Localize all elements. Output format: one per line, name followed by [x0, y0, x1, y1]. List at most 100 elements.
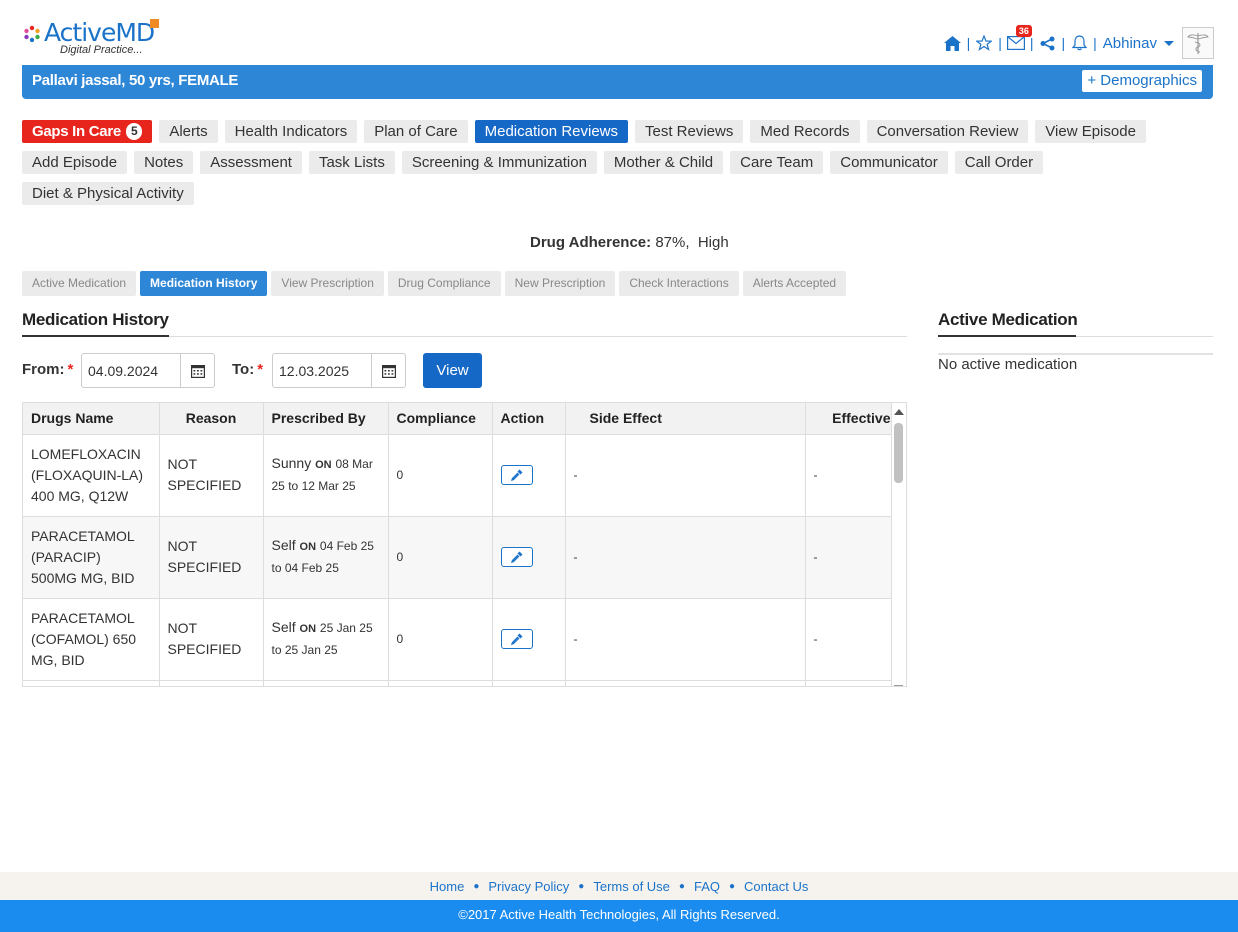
- footer-link-faq[interactable]: FAQ: [694, 879, 720, 894]
- tab-assessment[interactable]: Assessment: [200, 151, 302, 174]
- to-date: 04 Feb 25: [284, 561, 339, 575]
- subtab-drug-compliance[interactable]: Drug Compliance: [387, 271, 501, 296]
- tab-add-episode[interactable]: Add Episode: [22, 151, 128, 174]
- reason-line: SPECIFIED: [167, 477, 242, 493]
- subtab-check-interactions[interactable]: Check Interactions: [619, 271, 739, 296]
- col-drugs-name[interactable]: Drugs Name: [23, 403, 160, 435]
- edit-dropper-button[interactable]: [500, 547, 533, 567]
- subtab-new-prescription[interactable]: New Prescription: [504, 271, 616, 296]
- from-date-field[interactable]: 04.09.2024: [81, 353, 215, 388]
- reason-cell: NOT SPECIFIED: [159, 516, 264, 599]
- reason-line: SPECIFIED: [167, 641, 242, 657]
- from-date: 08 Mar: [335, 457, 373, 471]
- separator: |: [1029, 35, 1034, 51]
- effective-cell: -: [805, 598, 892, 681]
- edit-dropper-button[interactable]: [500, 465, 533, 485]
- tab-med-records[interactable]: Med Records: [750, 120, 860, 143]
- calendar-icon[interactable]: [372, 354, 405, 387]
- tab-mother-child[interactable]: Mother & Child: [603, 151, 724, 174]
- active-medication-title: Active Medication: [938, 310, 1078, 329]
- tab-communicator[interactable]: Communicator: [830, 151, 948, 174]
- footer-link-contact[interactable]: Contact Us: [744, 879, 808, 894]
- scroll-down-arrow[interactable]: [894, 685, 903, 686]
- col-reason[interactable]: Reason: [159, 403, 264, 435]
- footer-bullet: ●: [473, 881, 480, 892]
- tab-notes[interactable]: Notes: [134, 151, 194, 174]
- footer-copyright: ©2017 Active Health Technologies, All Ri…: [0, 900, 1238, 932]
- col-action[interactable]: Action: [492, 403, 566, 435]
- from-date-input[interactable]: 04.09.2024: [82, 354, 181, 387]
- on-word: ON: [299, 541, 317, 553]
- from-date: 25 Jan 25: [319, 621, 373, 635]
- col-compliance[interactable]: Compliance: [388, 403, 493, 435]
- home-icon[interactable]: [943, 33, 963, 53]
- tab-gaps-in-care[interactable]: Gaps In Care 5: [22, 120, 153, 143]
- avatar[interactable]: [1182, 27, 1214, 59]
- demographics-button[interactable]: + Demographics: [1082, 70, 1202, 92]
- bell-icon[interactable]: [1069, 33, 1089, 53]
- col-effective[interactable]: Effective: [805, 403, 892, 435]
- tab-care-team[interactable]: Care Team: [730, 151, 824, 174]
- col-side-effect[interactable]: Side Effect: [565, 403, 806, 435]
- side-effect-cell: -: [565, 598, 806, 681]
- to-label-text: To:: [232, 361, 255, 378]
- table-scrollbar[interactable]: [892, 405, 904, 686]
- subtab-active-medication[interactable]: Active Medication: [22, 271, 137, 296]
- nav-row-3: Diet & Physical Activity: [22, 182, 194, 205]
- chevron-down-icon[interactable]: [1164, 40, 1174, 46]
- prescriber-name: Sunny: [271, 455, 312, 471]
- tab-diet-physical-activity[interactable]: Diet & Physical Activity: [22, 182, 194, 205]
- calendar-icon[interactable]: [181, 354, 214, 387]
- tab-task-lists[interactable]: Task Lists: [308, 151, 395, 174]
- table-header-row: Drugs Name Reason Prescribed By Complian…: [23, 403, 892, 435]
- to-date-input[interactable]: 12.03.2025: [273, 354, 372, 387]
- view-button[interactable]: View: [423, 353, 482, 388]
- subtab-medication-history[interactable]: Medication History: [140, 271, 268, 296]
- compliance-cell: 0: [388, 434, 493, 517]
- edit-dropper-button[interactable]: [500, 629, 533, 649]
- medication-history-title: Medication History: [22, 310, 169, 329]
- mail-icon[interactable]: 36: [1006, 25, 1032, 53]
- col-prescribed-by[interactable]: Prescribed By: [263, 403, 389, 435]
- footer-link-home[interactable]: Home: [430, 879, 465, 894]
- subtab-view-prescription[interactable]: View Prescription: [271, 271, 384, 296]
- drug-adherence: Drug Adherence: 87%, High: [530, 234, 729, 251]
- action-cell: [492, 516, 566, 599]
- star-icon[interactable]: [974, 33, 994, 53]
- required-marker: *: [257, 361, 264, 378]
- to-word: to: [271, 643, 282, 657]
- prescribed-by-cell: Self ON 04 Feb 25 to 04 Feb 25: [263, 516, 389, 599]
- tab-call-order[interactable]: Call Order: [954, 151, 1044, 174]
- scroll-up-arrow[interactable]: [894, 409, 904, 415]
- activemd-logo[interactable]: ActiveMD Digital Practice...: [22, 18, 162, 62]
- drug-line: PARACETAMOL: [31, 527, 135, 544]
- tab-plan-of-care[interactable]: Plan of Care: [364, 120, 468, 143]
- effective-cell: -: [805, 516, 892, 599]
- scroll-thumb[interactable]: [894, 423, 903, 483]
- tab-health-indicators[interactable]: Health Indicators: [224, 120, 358, 143]
- to-date-field[interactable]: 12.03.2025: [272, 353, 406, 388]
- side-effect-cell: -: [565, 516, 806, 599]
- required-marker: *: [67, 361, 74, 378]
- title-underline: [22, 335, 169, 337]
- tab-screening-immunization[interactable]: Screening & Immunization: [401, 151, 597, 174]
- adherence-label: Drug Adherence:: [530, 234, 652, 251]
- subtab-alerts-accepted[interactable]: Alerts Accepted: [742, 271, 847, 296]
- tab-conversation-review[interactable]: Conversation Review: [866, 120, 1029, 143]
- prescribed-by-cell: Self ON 25 Jan 25 to 25 Jan 25: [263, 598, 389, 681]
- notification-badge: 36: [1015, 25, 1032, 37]
- drug-line: MG, BID: [31, 651, 85, 668]
- tab-test-reviews[interactable]: Test Reviews: [635, 120, 744, 143]
- tab-view-episode[interactable]: View Episode: [1035, 120, 1146, 143]
- user-menu[interactable]: Abhinav: [1103, 35, 1157, 52]
- footer-link-terms[interactable]: Terms of Use: [593, 879, 670, 894]
- medication-history-table[interactable]: Drugs Name Reason Prescribed By Complian…: [22, 402, 907, 687]
- tab-alerts[interactable]: Alerts: [159, 120, 218, 143]
- tab-medication-reviews[interactable]: Medication Reviews: [474, 120, 628, 143]
- share-icon[interactable]: [1038, 33, 1058, 53]
- logo-tagline: Digital Practice...: [60, 44, 143, 56]
- logo-flower-icon: [24, 25, 40, 43]
- footer-link-privacy[interactable]: Privacy Policy: [488, 879, 569, 894]
- drug-name-cell: PARACETAMOL (PARACIP) 500MG MG, BID: [23, 516, 160, 599]
- action-cell: [492, 598, 566, 681]
